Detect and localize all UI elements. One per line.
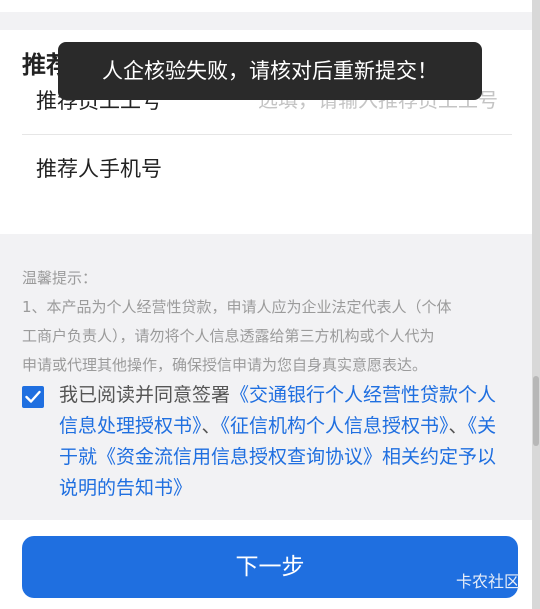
checkmark-icon [25,390,41,403]
referrer-phone-row[interactable]: 推荐人手机号 [22,136,512,202]
tips-line: 申请或代理其他操作，确保授信申请为您自身真实意愿表达。 [22,356,428,374]
previous-card [0,0,532,12]
page: 推荐 推荐员工工号 推荐人手机号 人企核验失败，请核对后重新提交！ 温馨提示： … [0,0,540,609]
agreement-separator: 、 [448,415,468,437]
referrer-phone-input[interactable] [208,151,498,185]
error-toast: 人企核验失败，请核对后重新提交！ [58,42,482,100]
agreement-text: 我已阅读并同意签署《交通银行个人经营性贷款个人信息处理授权书》、《征信机构个人信… [59,380,511,504]
warm-tips: 温馨提示： 1、本产品为个人经营性贷款，申请人应为企业法定代表人（个体 工商户负… [22,264,514,380]
next-step-button[interactable]: 下一步 [22,536,518,598]
tips-title: 温馨提示： [22,269,98,287]
tips-line: 1、本产品为个人经营性贷款，申请人应为企业法定代表人（个体 [22,298,452,316]
agreement-prefix: 我已阅读并同意签署 [59,384,231,406]
agreement-checkbox[interactable] [22,386,44,408]
credit-bureau-auth-link[interactable]: 《征信机构个人信息授权书》 [221,415,449,437]
referrer-phone-label: 推荐人手机号 [36,157,162,181]
tips-line: 工商户负责人），请勿将个人信息透露给第三方机构或个人代为 [22,327,435,345]
watermark: 卡农社区 [455,572,520,591]
agreement-separator: 、 [201,415,221,437]
scrollbar-thumb[interactable] [533,376,539,446]
scrollbar[interactable] [532,0,540,609]
